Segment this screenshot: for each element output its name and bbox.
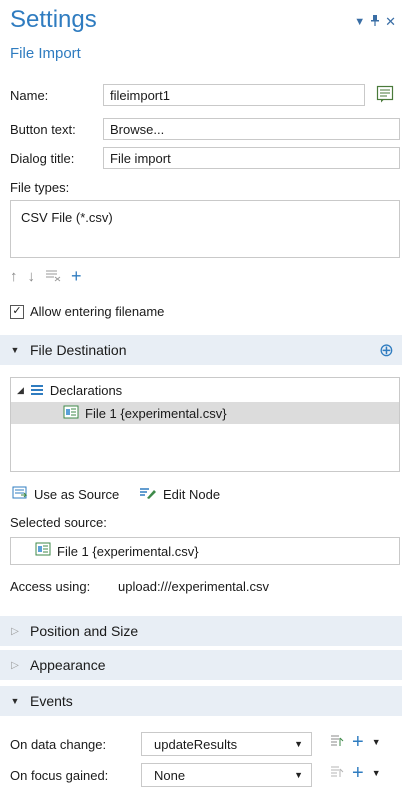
collapse-arrow-icon[interactable]: ◢ — [17, 385, 24, 396]
panel-subtitle: File Import — [10, 45, 81, 62]
selected-source-label: Selected source: — [10, 515, 107, 530]
tree-root-row[interactable]: ◢ Declarations — [17, 383, 122, 398]
list-toolbar: ↑ ↓ + — [10, 266, 82, 287]
move-down-icon[interactable]: ↓ — [28, 268, 36, 285]
file-node-icon — [35, 541, 51, 561]
close-icon[interactable]: ✕ — [385, 14, 396, 30]
section-position-size[interactable]: ▷ Position and Size — [0, 616, 402, 646]
tree-child-label: File 1 {experimental.csv} — [85, 405, 227, 421]
expanded-icon: ▼ — [10, 345, 20, 355]
name-field[interactable]: fileimport1 — [103, 84, 365, 106]
edit-node-icon — [139, 486, 157, 503]
expanded-icon: ▼ — [10, 696, 20, 706]
edit-node-label: Edit Node — [163, 487, 221, 502]
pin-icon[interactable] — [371, 15, 380, 29]
section-file-destination[interactable]: ▼ File Destination ⊕ — [0, 335, 402, 365]
use-as-source-label: Use as Source — [34, 487, 120, 502]
go-to-source-icon[interactable] — [330, 734, 344, 751]
on-focus-gained-select[interactable]: None ▼ — [141, 763, 312, 787]
chevron-down-icon: ▼ — [294, 739, 303, 749]
allow-filename-row[interactable]: ✓ Allow entering filename — [10, 304, 164, 319]
section-label: Position and Size — [30, 623, 139, 639]
on-data-change-value: updateResults — [154, 736, 238, 752]
file-types-label: File types: — [10, 180, 70, 195]
chevron-down-icon[interactable]: ▼ — [372, 768, 381, 778]
on-focus-gained-value: None — [154, 767, 186, 783]
section-appearance[interactable]: ▷ Appearance — [0, 650, 402, 680]
chevron-down-icon[interactable]: ▼ — [372, 737, 381, 747]
selected-source-field: File 1 {experimental.csv} — [10, 537, 400, 565]
section-label: File Destination — [30, 342, 127, 358]
collapsed-icon: ▷ — [11, 659, 19, 671]
section-events[interactable]: ▼ Events — [0, 686, 402, 716]
access-using-value: upload:///experimental.csv — [118, 579, 270, 594]
allow-filename-checkbox[interactable]: ✓ — [10, 304, 24, 319]
edit-node-button[interactable]: Edit Node — [139, 486, 220, 503]
file-types-list[interactable]: CSV File (*.csv) — [10, 200, 400, 258]
use-as-source-button[interactable]: Use as Source — [12, 486, 119, 503]
on-focus-gained-label: On focus gained: — [10, 768, 109, 783]
tree-root-label: Declarations — [49, 383, 123, 398]
declarations-icon — [30, 383, 44, 398]
on-data-change-select[interactable]: updateResults ▼ — [141, 732, 312, 756]
dialog-title-field[interactable]: File import — [103, 147, 400, 169]
add-circle-icon[interactable]: ⊕ — [379, 340, 394, 361]
go-to-source-icon[interactable] — [330, 765, 344, 782]
file-node-icon — [63, 404, 79, 423]
selected-source-value: File 1 {experimental.csv} — [57, 543, 199, 559]
panel-title: Settings — [10, 6, 97, 33]
note-icon[interactable] — [375, 84, 395, 104]
name-label: Name: — [10, 88, 49, 103]
section-label: Events — [30, 693, 73, 709]
list-item[interactable]: CSV File (*.csv) — [11, 201, 399, 225]
move-up-icon[interactable]: ↑ — [10, 268, 18, 285]
dialog-title-label: Dialog title: — [10, 151, 75, 166]
dropdown-icon[interactable]: ▼ — [354, 16, 365, 28]
delete-list-icon[interactable] — [45, 268, 61, 285]
destination-tree[interactable]: ◢ Declarations File 1 {experimental.csv} — [10, 377, 400, 472]
use-as-source-icon — [12, 486, 28, 503]
access-using-label: Access using: — [10, 579, 91, 594]
add-icon[interactable]: + — [71, 266, 82, 287]
on-data-change-label: On data change: — [10, 737, 107, 752]
add-icon[interactable]: + — [352, 763, 364, 783]
on-data-change-actions: + ▼ — [330, 732, 381, 752]
button-text-label: Button text: — [10, 122, 76, 137]
button-text-field[interactable]: Browse... — [103, 118, 400, 140]
collapsed-icon: ▷ — [11, 625, 19, 637]
chevron-down-icon: ▼ — [294, 770, 303, 780]
section-label: Appearance — [30, 657, 106, 673]
window-controls: ▼ ✕ — [354, 14, 396, 30]
on-focus-gained-actions: + ▼ — [330, 763, 381, 783]
add-icon[interactable]: + — [352, 732, 364, 752]
allow-filename-label: Allow entering filename — [30, 304, 165, 319]
tree-child-row[interactable]: File 1 {experimental.csv} — [11, 402, 399, 424]
